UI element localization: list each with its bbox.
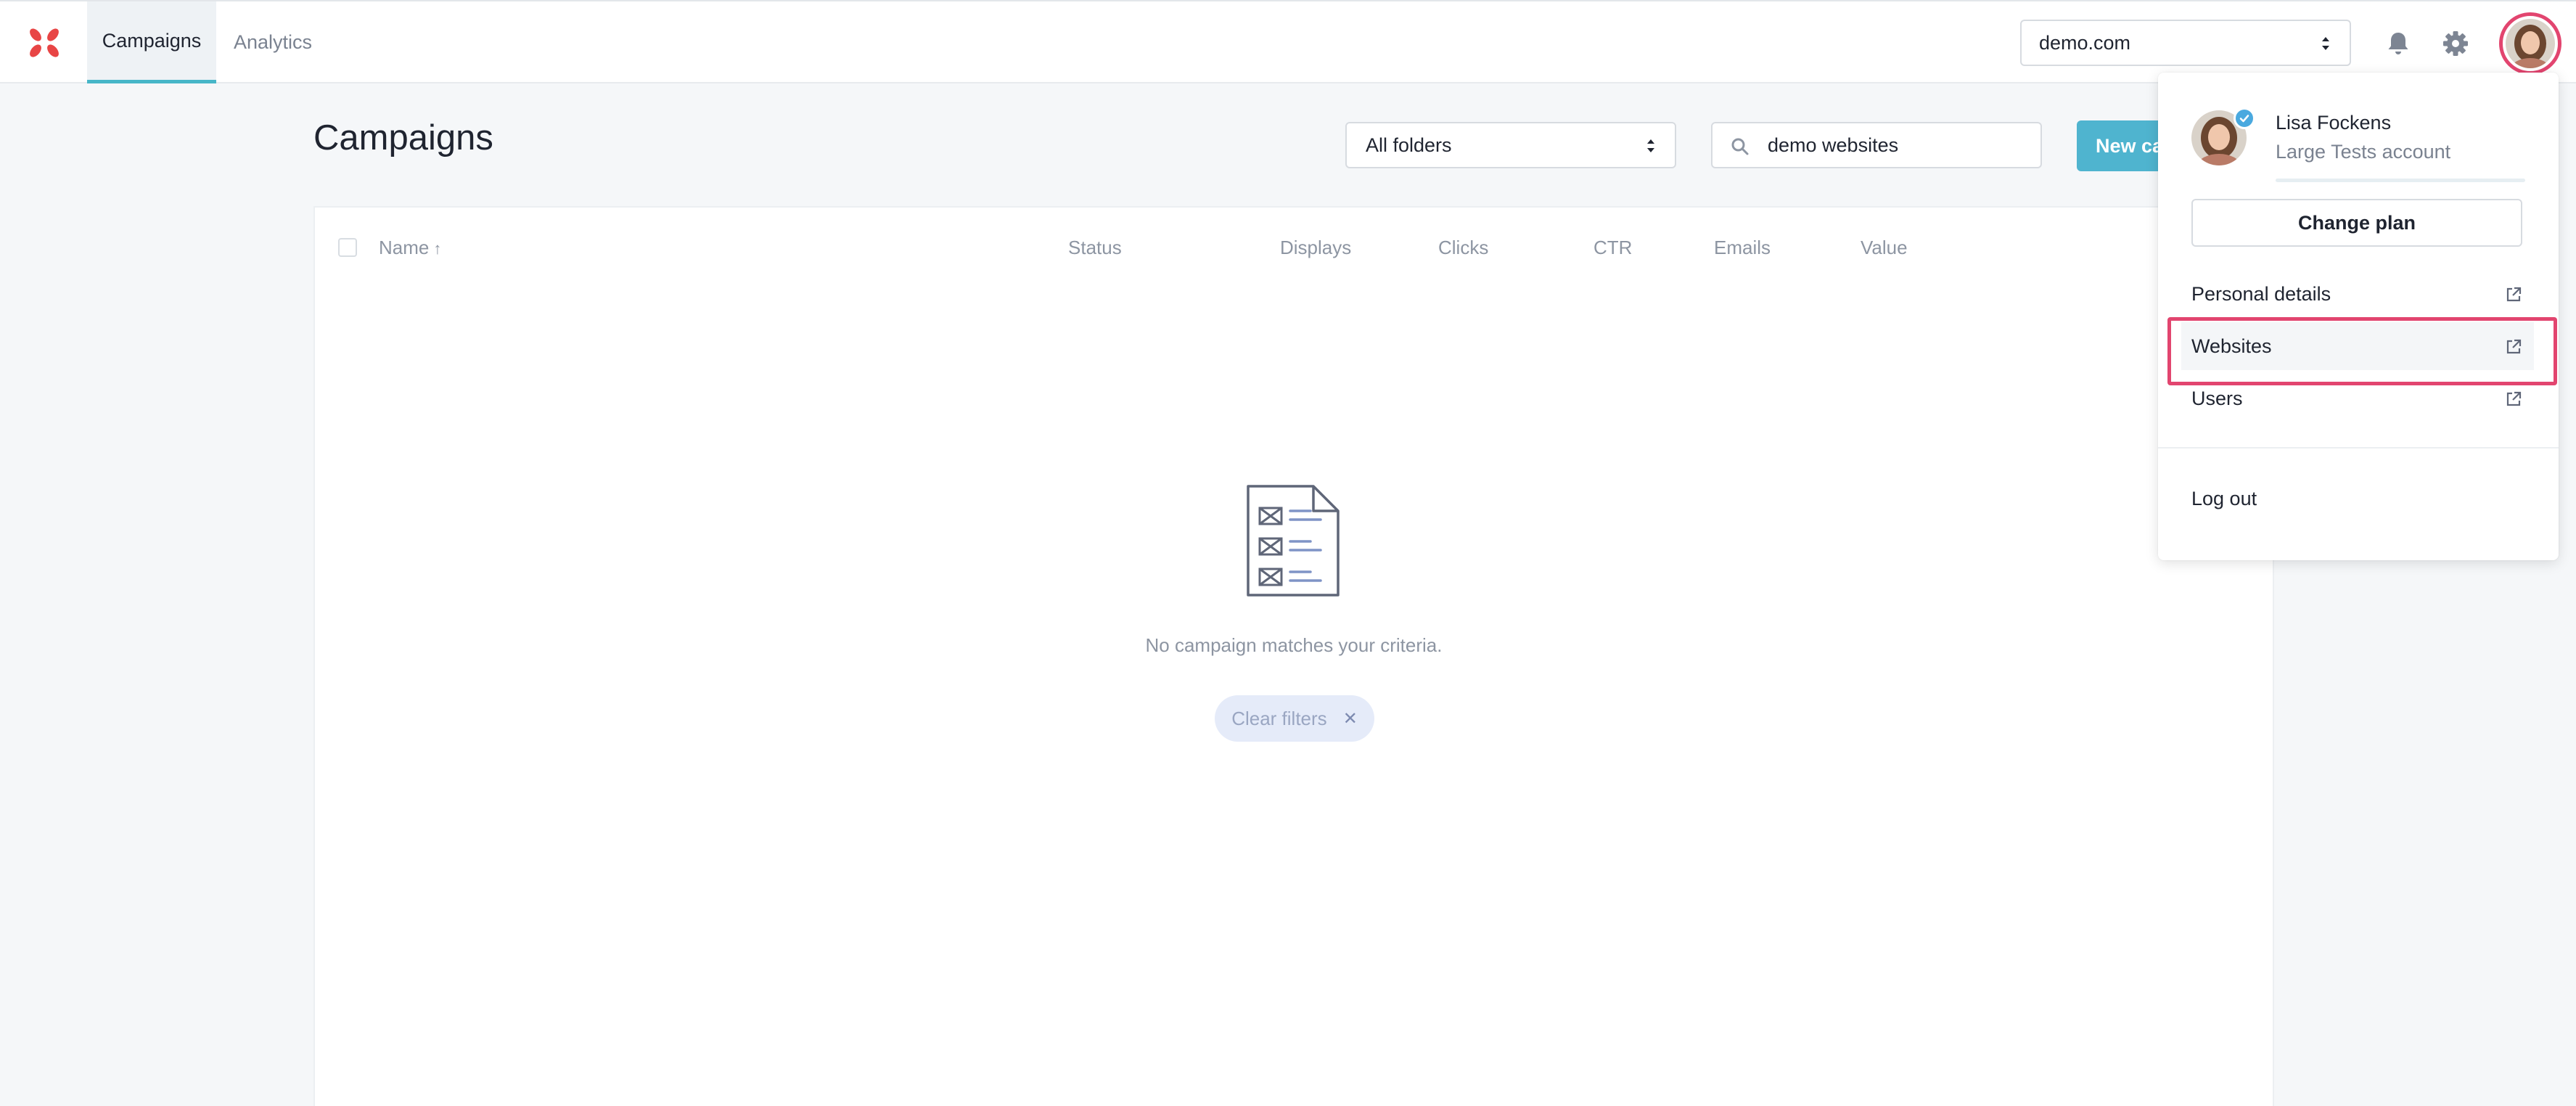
website-select[interactable]: demo.com (2020, 20, 2351, 66)
folder-select-value: All folders (1366, 134, 1452, 156)
column-header-emails[interactable]: Emails (1714, 237, 1771, 259)
empty-document-icon (1247, 485, 1340, 597)
menu-divider (2158, 447, 2559, 448)
plan-usage-bar (2276, 179, 2525, 182)
clear-filters-button[interactable]: Clear filters ✕ (1215, 695, 1374, 742)
clear-filters-label: Clear filters (1231, 707, 1327, 729)
website-select-value: demo.com (2039, 31, 2131, 54)
select-updown-icon (2322, 37, 2329, 50)
logout-label: Log out (2191, 487, 2257, 509)
empty-state-message: No campaign matches your criteria. (1145, 634, 1443, 656)
top-nav-bar: Campaigns Analytics demo.com (0, 0, 2576, 83)
menu-item-users[interactable]: Users (2181, 374, 2534, 422)
sort-ascending-icon: ↑ (433, 239, 442, 258)
logout-button[interactable]: Log out (2181, 475, 2534, 523)
search-input-value: demo websites (1768, 134, 1899, 156)
user-avatar-button[interactable] (2499, 12, 2561, 78)
search-icon (1731, 138, 1749, 155)
column-header-status[interactable]: Status (1068, 237, 1122, 259)
column-header-name-label: Name (379, 237, 430, 258)
search-input[interactable]: demo websites (1711, 122, 2042, 168)
user-name: Lisa Fockens (2276, 112, 2392, 134)
menu-item-label: Users (2191, 387, 2243, 409)
page-title: Campaigns (313, 118, 493, 157)
verified-badge-icon (2234, 107, 2255, 129)
select-updown-icon (1647, 139, 1654, 152)
change-plan-button[interactable]: Change plan (2191, 199, 2522, 247)
bell-icon[interactable] (2382, 28, 2414, 60)
close-icon: ✕ (1342, 708, 1358, 729)
gear-icon[interactable] (2440, 28, 2472, 60)
avatar (2506, 19, 2555, 78)
account-name: Large Tests account (2276, 141, 2451, 163)
menu-item-websites[interactable]: Websites (2181, 322, 2534, 370)
checkmark-icon (2239, 115, 2249, 123)
external-link-icon (2506, 339, 2522, 354)
app-logo[interactable] (28, 28, 61, 58)
folder-select[interactable]: All folders (1345, 122, 1676, 168)
menu-item-label: Websites (2191, 335, 2272, 357)
column-header-name[interactable]: Name ↑ (379, 237, 441, 259)
tab-campaigns[interactable]: Campaigns (87, 1, 216, 83)
external-link-icon (2506, 287, 2522, 302)
column-header-displays[interactable]: Displays (1280, 237, 1351, 259)
column-header-value[interactable]: Value (1861, 237, 1908, 259)
column-header-ctr[interactable]: CTR (1593, 237, 1632, 259)
external-link-icon (2506, 391, 2522, 406)
account-dropdown-menu: Lisa Fockens Large Tests account Change … (2158, 73, 2559, 560)
select-all-checkbox[interactable] (338, 238, 357, 257)
menu-item-personal-details[interactable]: Personal details (2181, 270, 2534, 318)
tab-analytics[interactable]: Analytics (218, 1, 328, 83)
column-header-clicks[interactable]: Clicks (1438, 237, 1488, 259)
menu-item-label: Personal details (2191, 282, 2331, 305)
